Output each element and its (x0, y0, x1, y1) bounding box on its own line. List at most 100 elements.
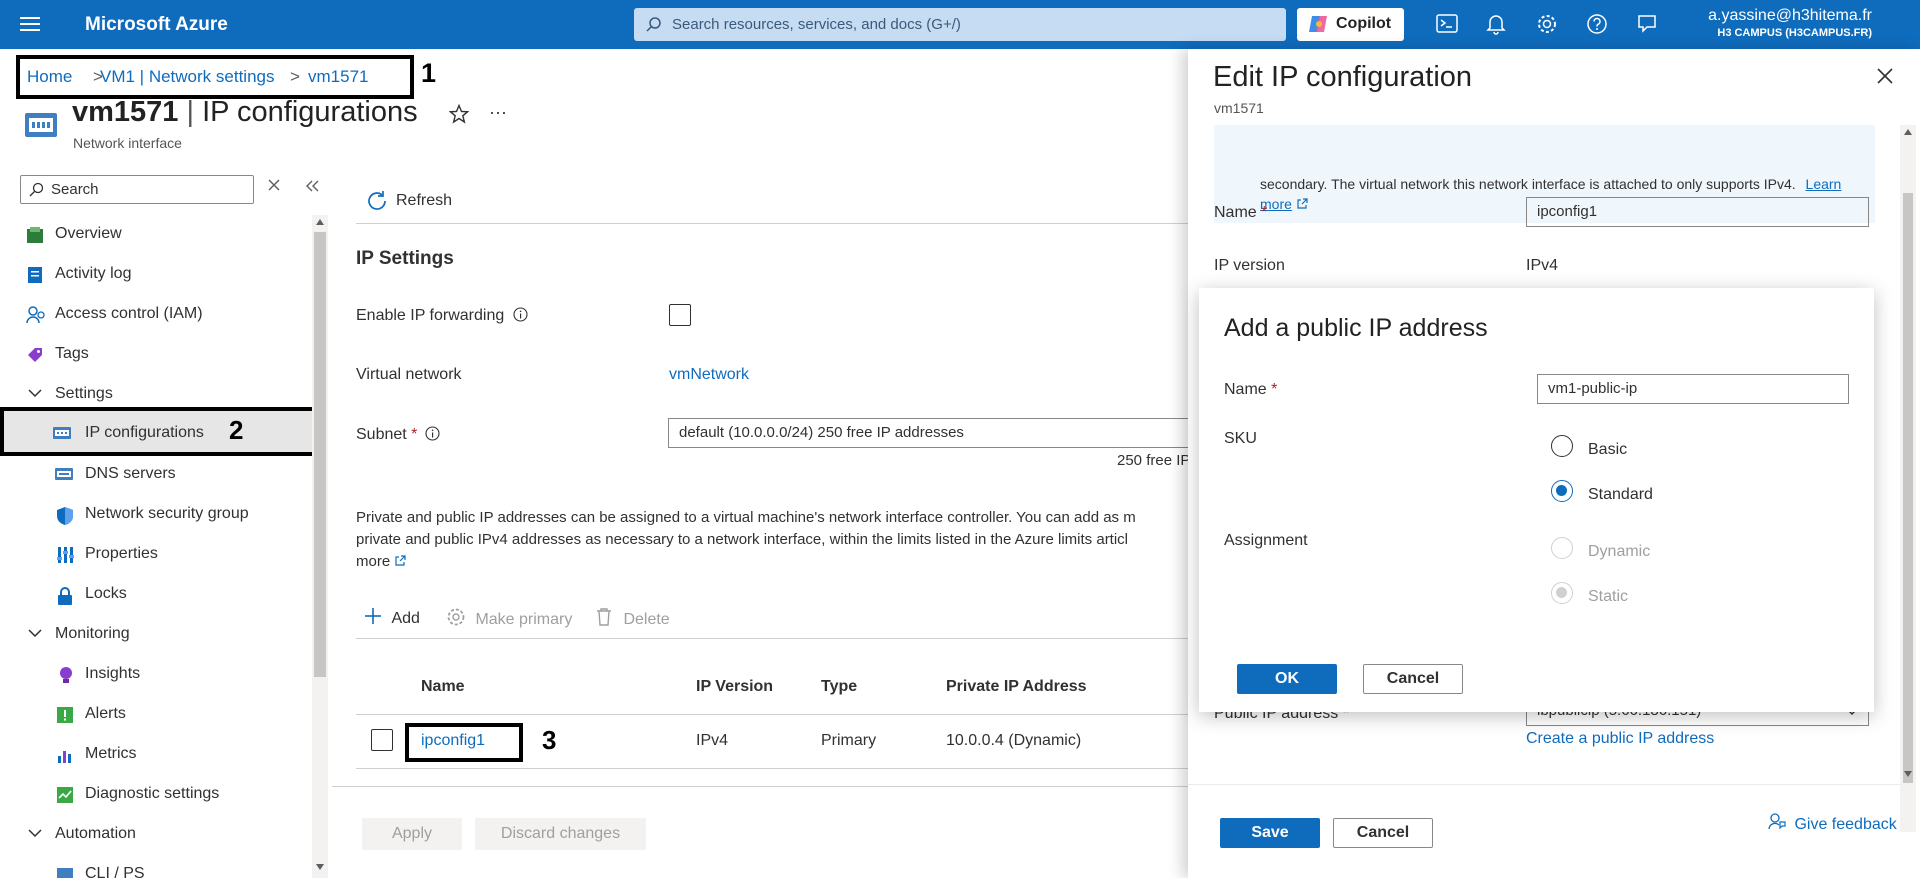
public-ip-name-text: Name (1224, 381, 1267, 398)
sidebar-item-locks[interactable]: Locks (0, 575, 312, 615)
scroll-down-arrow-icon[interactable] (316, 864, 324, 870)
column-header-private-ip[interactable]: Private IP Address (946, 678, 1087, 696)
clear-search-icon[interactable] (268, 179, 280, 191)
row-name-link[interactable]: ipconfig1 (421, 732, 485, 750)
sku-standard-label[interactable]: Standard (1588, 486, 1653, 504)
external-link-icon (394, 555, 406, 567)
sidebar-item-access-control[interactable]: Access control (IAM) (0, 295, 312, 335)
sidebar-search-input[interactable]: Search (20, 175, 254, 204)
public-ip-name-input[interactable]: vm1-public-ip (1537, 374, 1849, 404)
save-button[interactable]: Save (1220, 818, 1320, 848)
notifications-bell-icon[interactable] (1486, 13, 1506, 35)
sidebar-item-label: Locks (85, 585, 127, 602)
account-menu[interactable]: a.yassine@h3hitema.fr H3 CAMPUS (H3CAMPU… (1708, 7, 1872, 39)
dialog-cancel-button[interactable]: Cancel (1363, 664, 1463, 694)
sidebar-item-label: Diagnostic settings (85, 785, 220, 802)
info-icon[interactable] (425, 426, 440, 441)
assignment-dynamic-label[interactable]: Dynamic (1588, 543, 1650, 561)
row-type: Primary (821, 732, 877, 749)
sidebar-item-activity-log[interactable]: Activity log (0, 255, 312, 295)
cli-icon (56, 866, 74, 878)
app-title[interactable]: Microsoft Azure (85, 14, 228, 36)
sku-basic-radio[interactable] (1551, 435, 1573, 457)
row-private-ip: 10.0.0.4 (Dynamic) (946, 732, 1082, 749)
feedback-icon[interactable] (1636, 13, 1658, 35)
annotation-number-2: 2 (229, 415, 244, 445)
sidebar-item-metrics[interactable]: Metrics (0, 735, 312, 775)
copilot-button[interactable]: Copilot (1297, 8, 1404, 41)
sidebar-item-tags[interactable]: Tags (0, 335, 312, 375)
hamburger-menu-icon[interactable] (20, 15, 40, 33)
sidebar-item-diagnostic-settings[interactable]: Diagnostic settings (0, 775, 312, 815)
learn-more-link[interactable]: more (356, 551, 406, 573)
subnet-label: Subnet * (356, 426, 440, 444)
cancel-button[interactable]: Cancel (1333, 818, 1433, 848)
virtual-network-link[interactable]: vmNetwork (669, 366, 749, 384)
sidebar-item-label: Network security group (85, 505, 249, 522)
help-icon[interactable] (1586, 13, 1608, 35)
ip-forwarding-checkbox[interactable] (669, 304, 691, 326)
favorite-star-icon[interactable] (449, 104, 469, 124)
sidebar-item-network-security-group[interactable]: Network security group (0, 495, 312, 535)
sidebar-item-overview[interactable]: Overview (0, 215, 312, 255)
breadcrumb-home[interactable]: Home (27, 67, 72, 87)
assignment-dynamic-radio[interactable] (1551, 537, 1573, 559)
sidebar-item-alerts[interactable]: Alerts (0, 695, 312, 735)
sidebar-item-label: Activity log (55, 265, 132, 282)
sidebar-group-automation[interactable]: Automation (0, 815, 312, 855)
add-button[interactable]: Add (364, 607, 420, 628)
panel-scrollbar-thumb[interactable] (1903, 193, 1913, 783)
ipconfig-name-input[interactable]: ipconfig1 (1526, 197, 1869, 227)
sidebar-item-dns-servers[interactable]: DNS servers (0, 455, 312, 495)
collapse-sidebar-icon[interactable] (305, 180, 319, 192)
give-feedback-link[interactable]: Give feedback (1768, 813, 1897, 834)
column-header-type[interactable]: Type (821, 678, 857, 696)
make-primary-button[interactable]: Make primary (446, 607, 572, 629)
discard-changes-button[interactable]: Discard changes (475, 818, 646, 850)
copilot-label: Copilot (1336, 15, 1392, 32)
activity-log-icon (26, 266, 44, 284)
description-line-1: Private and public IP addresses can be a… (356, 509, 1136, 526)
scroll-down-arrow-icon[interactable] (1904, 771, 1912, 777)
breadcrumb: Home > VM1 | Network settings > vm1571 (16, 55, 414, 99)
scroll-up-arrow-icon[interactable] (316, 219, 324, 225)
sidebar-item-ip-configurations[interactable]: IP configurations 2 (0, 407, 316, 456)
assignment-static-radio[interactable] (1551, 582, 1573, 604)
subnet-dropdown[interactable]: default (10.0.0.0/24) 250 free IP addres… (668, 418, 1198, 448)
column-header-ip-version[interactable]: IP Version (696, 678, 773, 696)
network-interface-icon (24, 108, 58, 140)
dns-servers-icon (54, 466, 74, 482)
cloud-shell-icon[interactable] (1436, 13, 1458, 35)
column-header-name[interactable]: Name (421, 678, 465, 696)
breadcrumb-vm1571[interactable]: vm1571 (308, 67, 368, 87)
apply-button[interactable]: Apply (362, 818, 462, 850)
page-subtitle: Network interface (73, 135, 182, 151)
settings-gear-icon[interactable] (1536, 13, 1558, 35)
sidebar-scrollbar-thumb[interactable] (314, 232, 326, 677)
create-public-ip-link[interactable]: Create a public IP address (1526, 730, 1714, 748)
subnet-text: Subnet (356, 426, 407, 443)
assignment-static-label[interactable]: Static (1588, 588, 1628, 606)
sidebar-item-cli-ps[interactable]: CLI / PS (0, 855, 312, 878)
sidebar-group-label: Settings (55, 385, 113, 402)
delete-button[interactable]: Delete (596, 607, 670, 629)
sidebar-group-monitoring[interactable]: Monitoring (0, 615, 312, 655)
sku-basic-label[interactable]: Basic (1588, 441, 1627, 459)
more-options-icon[interactable]: ··· (489, 102, 507, 123)
ok-button[interactable]: OK (1237, 664, 1337, 694)
row-select-checkbox[interactable] (371, 729, 393, 751)
search-icon (29, 182, 44, 197)
global-search-input[interactable]: Search resources, services, and docs (G+… (634, 8, 1286, 41)
info-icon[interactable] (513, 307, 528, 322)
sidebar-item-label: CLI / PS (85, 865, 145, 878)
close-icon[interactable] (1876, 67, 1894, 85)
sku-standard-radio[interactable] (1551, 480, 1573, 502)
ip-settings-heading: IP Settings (356, 248, 454, 269)
subnet-hint: 250 free IP (1117, 452, 1191, 469)
sidebar-item-properties[interactable]: Properties (0, 535, 312, 575)
table-header-divider (356, 714, 1196, 715)
scroll-up-arrow-icon[interactable] (1904, 129, 1912, 135)
page-title-separator: | (178, 96, 203, 128)
sidebar-item-insights[interactable]: Insights (0, 655, 312, 695)
breadcrumb-vm1-network-settings[interactable]: VM1 | Network settings (100, 67, 274, 87)
